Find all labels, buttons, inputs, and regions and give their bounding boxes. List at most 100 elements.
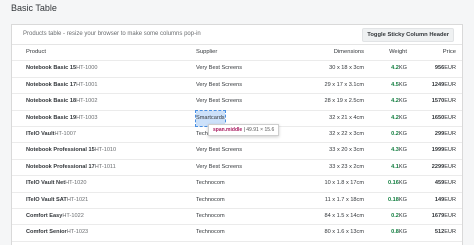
- weight-unit: KG: [398, 229, 407, 236]
- supplier-cell: Very Best Screens: [196, 65, 243, 72]
- weight-unit: KG: [398, 147, 407, 154]
- weight-unit: KG: [398, 114, 407, 121]
- price-cell: 2299EUR: [432, 160, 456, 175]
- product-cell: ITelO Vault NetHT-1020: [26, 176, 87, 191]
- price-currency: EUR: [444, 147, 456, 154]
- dimensions-cell: 80 x 1.6 x 13cm: [324, 229, 365, 236]
- column-header-weight[interactable]: Weight: [389, 45, 407, 60]
- table-row[interactable]: Notebook Professional 17HT-1011 Very Best…: [12, 160, 462, 177]
- column-header-supplier[interactable]: Supplier: [196, 45, 217, 60]
- weight-cell: 0.2KG: [391, 127, 407, 142]
- table-row[interactable]: ITelO Vault SATHT-1021 Technocom 11 x 1.7 …: [12, 193, 462, 209]
- product-cell: Notebook Professional 17HT-1011: [26, 160, 116, 175]
- weight-cell: 0.2KG: [391, 209, 407, 224]
- product-id: HT-1010: [94, 147, 117, 154]
- product-id: HT-1020: [65, 180, 87, 187]
- product-name: Notebook Basic 18: [26, 98, 77, 105]
- weight-cell: 4.2KG: [391, 111, 407, 126]
- supplier-cell: Very Best Screens: [196, 147, 243, 154]
- price-value: 1650: [431, 114, 445, 121]
- weight-unit: KG: [398, 98, 407, 105]
- price-value: 1249: [431, 81, 445, 88]
- price-currency: EUR: [444, 163, 456, 170]
- product-id: HT-1003: [76, 114, 98, 121]
- price-cell: 512EUR: [435, 225, 456, 240]
- weight-unit: KG: [398, 130, 407, 137]
- dimensions-cell: 33 x 23 x 2cm: [329, 163, 364, 170]
- column-header-product[interactable]: Product: [26, 45, 46, 60]
- table-row[interactable]: Notebook Basic 18HT-1002 Very Best Screen…: [12, 94, 462, 111]
- table-row[interactable]: Notebook Basic 15HT-1000 Very Best Screen…: [12, 61, 462, 78]
- column-header-dimensions[interactable]: Dimensions: [334, 45, 364, 60]
- price-value: 299: [434, 130, 445, 137]
- product-name: Notebook Basic 17: [26, 81, 77, 88]
- supplier-cell: Technocom: [196, 212, 225, 219]
- product-cell: ITelO VaultHT-1007: [26, 127, 76, 142]
- price-value: 2299: [431, 163, 445, 170]
- product-id: HT-1000: [76, 65, 98, 72]
- weight-value: 0.18: [388, 196, 399, 203]
- price-cell: 299EUR: [435, 127, 456, 142]
- inspector-tooltip-tag: span.middle: [213, 127, 243, 133]
- table-header-row: Product Supplier Dimensions Weight Price: [12, 45, 462, 62]
- weight-unit: KG: [398, 81, 407, 88]
- supplier-cell: Technocom: [196, 229, 225, 236]
- table-toolbar: Products table - resize your browser to …: [12, 25, 462, 45]
- product-cell: Notebook Basic 19HT-1003: [26, 111, 98, 126]
- weight-unit: KG: [398, 212, 407, 219]
- supplier-cell: Very Best Screens: [196, 163, 243, 170]
- price-currency: EUR: [444, 98, 456, 105]
- product-id: HT-1023: [66, 229, 89, 236]
- price-value: 459: [434, 180, 445, 187]
- product-name: Notebook Professional 17: [26, 163, 95, 170]
- toggle-sticky-header-button[interactable]: Toggle Sticky Column Header: [362, 28, 454, 42]
- weight-cell: 4.2KG: [391, 94, 407, 109]
- supplier-cell: Very Best Screens: [196, 98, 243, 105]
- weight-value: 4.1: [391, 163, 399, 170]
- price-value: 512: [434, 229, 445, 236]
- weight-cell: 4.2KG: [391, 61, 407, 76]
- dimensions-cell: 32 x 21 x 4cm: [329, 114, 364, 121]
- price-value: 1999: [431, 147, 445, 154]
- price-cell: 1679EUR: [432, 209, 456, 224]
- product-id: HT-1021: [66, 196, 89, 203]
- weight-unit: KG: [398, 65, 407, 72]
- price-currency: EUR: [444, 212, 456, 219]
- price-value: 1570: [431, 98, 445, 105]
- table-row[interactable]: Notebook Professional 15HT-1010 Very Best…: [12, 143, 462, 160]
- price-currency: EUR: [444, 196, 456, 203]
- product-cell: Comfort EasyHT-1022: [26, 209, 84, 224]
- price-currency: EUR: [444, 229, 456, 236]
- price-cell: 956EUR: [435, 61, 456, 76]
- supplier-cell: Very Best Screens: [196, 81, 243, 88]
- table-row[interactable]: Notebook Basic 17HT-1001 Very Best Screen…: [12, 78, 462, 95]
- weight-cell: 0.16KG: [388, 176, 407, 191]
- table-row[interactable]: Comfort EasyHT-1022 Technocom 84 x 1.5 x 1…: [12, 209, 462, 226]
- product-name: Notebook Basic 15: [26, 65, 77, 72]
- product-cell: Comfort SeniorHT-1023: [26, 225, 88, 240]
- price-currency: EUR: [444, 180, 456, 187]
- price-currency: EUR: [444, 114, 456, 121]
- dimensions-cell: 84 x 1.5 x 14cm: [324, 212, 365, 219]
- price-cell: 1249EUR: [432, 78, 456, 93]
- price-value: 956: [434, 65, 445, 72]
- table-toolbar-text: Products table - resize your browser to …: [23, 31, 201, 37]
- price-cell: 149EUR: [435, 193, 456, 208]
- weight-value: 0.8: [391, 229, 399, 236]
- product-name: ITelO Vault SAT: [26, 196, 67, 203]
- weight-cell: 4.5KG: [391, 78, 407, 93]
- weight-value: 4.2: [391, 98, 399, 105]
- product-name: Notebook Basic 19: [26, 114, 77, 121]
- column-header-price[interactable]: Price: [443, 45, 456, 60]
- product-id: HT-1011: [94, 163, 116, 170]
- product-name: ITelO Vault: [26, 130, 55, 137]
- weight-value: 0.2: [391, 130, 399, 137]
- price-value: 149: [434, 196, 445, 203]
- table-row[interactable]: ITelO Vault NetHT-1020 Technocom 10 x 1.8 …: [12, 176, 462, 193]
- weight-value: 4.5: [391, 81, 399, 88]
- weight-unit: KG: [398, 180, 407, 187]
- table-row[interactable]: Comfort SeniorHT-1023 Technocom 80 x 1.6 x…: [12, 225, 462, 242]
- supplier-cell: Technocom: [196, 180, 225, 187]
- price-cell: 459EUR: [435, 176, 456, 191]
- inspector-tooltip-dimensions: 49.91 × 15.6: [246, 127, 275, 133]
